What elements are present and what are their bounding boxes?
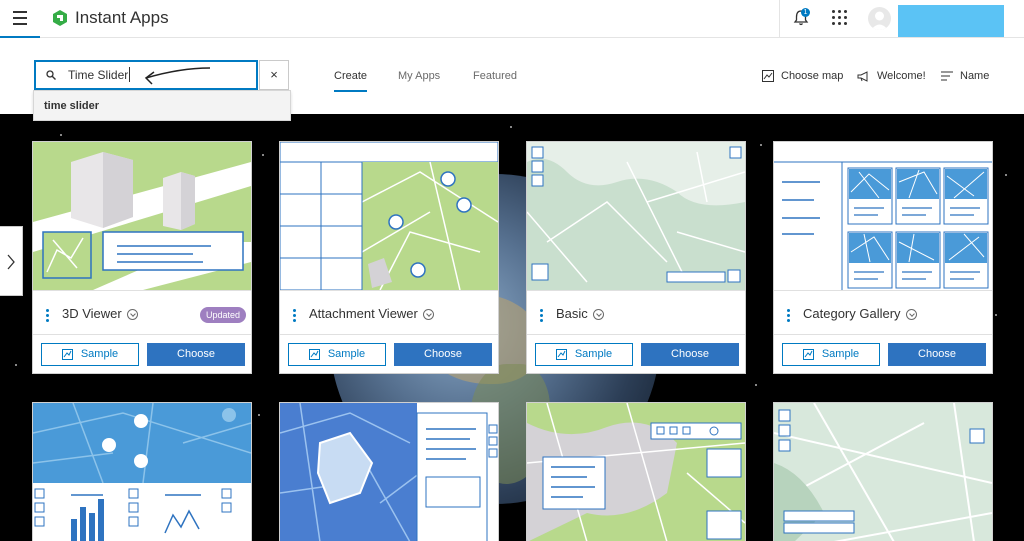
tab-create[interactable]: Create [334,70,368,92]
hamburger-icon [13,11,27,13]
sample-button[interactable]: Sample [782,343,880,366]
star [15,364,17,366]
card-thumbnail [774,403,992,541]
sample-label: Sample [80,348,119,360]
card-title-text: 3D Viewer [62,306,122,321]
search-suggestion[interactable]: time slider [33,90,291,121]
chevron-circle-icon[interactable] [592,309,604,321]
card-thumbnail [33,403,251,541]
card-header: Attachment Viewer [280,290,498,335]
choose-button[interactable]: Choose [394,343,492,366]
card-header: Category Gallery [774,290,992,335]
sample-button[interactable]: Sample [288,343,386,366]
sample-button[interactable]: Sample [535,343,633,366]
app-card-3d-viewer[interactable]: 3D Viewer Updated Sample Choose [32,141,252,374]
tab-my-apps[interactable]: My Apps [398,70,440,82]
more-options-icon[interactable] [293,309,296,322]
app-card-row2-4[interactable] [773,402,993,541]
card-thumbnail [527,403,745,541]
sample-label: Sample [821,348,860,360]
card-title: Category Gallery [803,306,917,321]
sample-button[interactable]: Sample [41,343,139,366]
side-panel-toggle[interactable] [0,226,23,296]
app-card-category-gallery[interactable]: Category Gallery Sample Choose [773,141,993,374]
card-title-text: Basic [556,306,588,321]
app-card-row2-2[interactable] [279,402,499,541]
top-header: Instant Apps 1 [0,0,1024,38]
sample-label: Sample [574,348,613,360]
card-header: Basic [527,290,745,335]
chevron-circle-icon[interactable] [905,309,917,321]
text-cursor [129,67,130,82]
card-thumbnail [33,142,251,290]
app-title: Instant Apps [75,8,169,27]
map-icon [762,70,774,83]
map-sample-icon [555,348,567,360]
chevron-circle-icon[interactable] [126,309,138,321]
megaphone-icon [857,70,868,82]
tab-featured[interactable]: Featured [473,70,517,82]
sort-button[interactable]: Name [941,70,989,82]
map-sample-icon [802,348,814,360]
menu-button[interactable] [0,0,40,38]
star [258,414,260,416]
star [760,144,762,146]
star [755,384,757,386]
search-icon [46,70,56,80]
card-title-text: Attachment Viewer [309,306,418,321]
toolbar: Time Slider × time slider Create My Apps… [0,38,1024,121]
app-card-row2-1[interactable] [32,402,252,541]
card-thumbnail [774,142,992,290]
hamburger-icon-line [13,23,27,25]
card-title: Basic [556,306,604,321]
sample-label: Sample [327,348,366,360]
search-value: Time Slider [68,68,129,82]
sort-icon [941,71,953,81]
map-sample-icon [308,348,320,360]
welcome-label: Welcome! [877,70,926,82]
suggestion-label: time slider [44,100,100,112]
notification-badge: 1 [801,8,810,17]
user-avatar[interactable] [868,7,891,30]
app-card-attachment-viewer[interactable]: Attachment Viewer Sample Choose [279,141,499,374]
annotation-arrow-icon [144,67,211,85]
star [1005,174,1007,176]
updated-badge: Updated [200,307,246,323]
welcome-button[interactable]: Welcome! [857,70,926,82]
more-options-icon[interactable] [46,309,49,322]
star [995,314,997,316]
star [60,134,62,136]
choose-button[interactable]: Choose [888,343,986,366]
app-card-basic[interactable]: Basic Sample Choose [526,141,746,374]
app-card-row2-3[interactable] [526,402,746,541]
header-divider [779,0,780,38]
star [262,154,264,156]
more-options-icon[interactable] [787,309,790,322]
hamburger-icon-line [13,17,27,19]
choose-map-button[interactable]: Choose map [762,70,844,83]
chevron-right-icon [7,254,15,270]
clear-search-button[interactable]: × [259,60,289,90]
card-title: Attachment Viewer [309,306,434,321]
search-input[interactable]: Time Slider [34,60,258,90]
choose-map-label: Choose map [781,70,844,82]
map-sample-icon [61,348,73,360]
sort-label: Name [960,70,990,82]
chevron-circle-icon[interactable] [422,309,434,321]
card-title-text: Category Gallery [803,306,901,321]
card-thumbnail [280,403,498,541]
card-header: 3D Viewer Updated [33,290,251,335]
choose-button[interactable]: Choose [641,343,739,366]
card-thumbnail [280,142,498,290]
app-launcher-icon[interactable] [832,10,848,26]
star [510,126,512,128]
card-title: 3D Viewer [62,306,138,321]
card-thumbnail [527,142,745,290]
more-options-icon[interactable] [540,309,543,322]
redacted-username [898,5,1004,37]
instant-apps-logo-icon [53,10,67,26]
choose-button[interactable]: Choose [147,343,245,366]
